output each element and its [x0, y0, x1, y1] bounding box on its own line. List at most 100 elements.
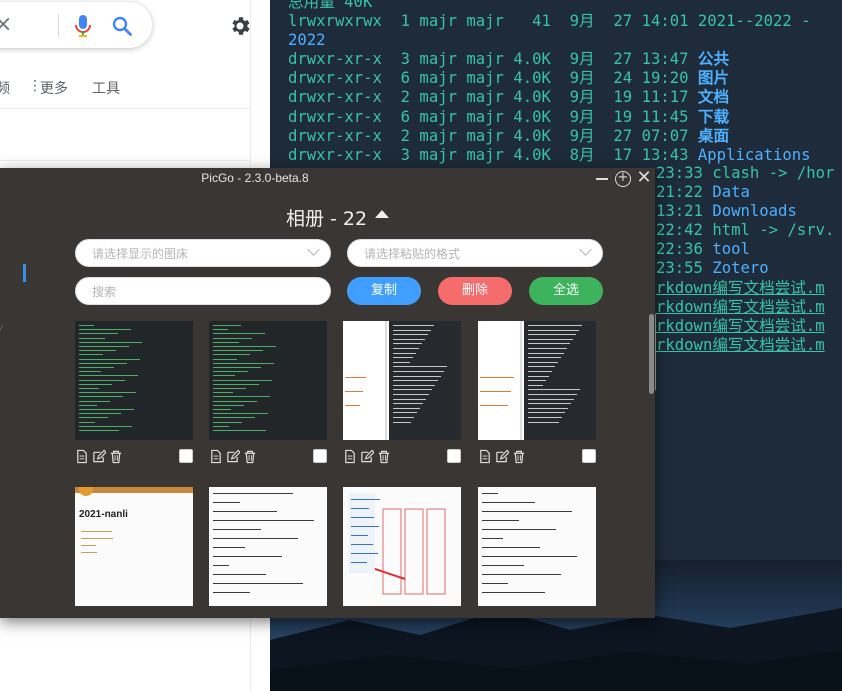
select-all-button[interactable]: 全选	[529, 277, 603, 305]
thumb-content-line	[213, 337, 252, 339]
gallery-scrollbar[interactable]	[649, 314, 654, 394]
thumb-content-line	[213, 333, 265, 335]
edit-icon[interactable]	[495, 449, 509, 464]
sidebar-active-indicator[interactable]	[23, 264, 26, 282]
terminal-entry-name: 桌面	[697, 126, 730, 145]
thumb-content-line	[79, 371, 101, 373]
tab-more[interactable]: 更多	[40, 78, 68, 98]
gallery-thumbnail[interactable]	[209, 321, 327, 440]
thumb-content-line	[480, 391, 511, 392]
close-icon[interactable]: ✕	[636, 168, 652, 188]
chevron-down-icon	[579, 243, 592, 256]
select-checkbox[interactable]	[179, 449, 193, 463]
thumb-content-line	[528, 417, 562, 418]
gallery-thumbnail[interactable]	[343, 321, 461, 440]
thumb-content-line	[213, 574, 266, 575]
terminal-line-meta: drwxr-xr-x 6 majr majr 4.0K 9月 24 19:20	[288, 69, 698, 88]
edit-icon[interactable]	[92, 449, 106, 464]
trash-icon[interactable]	[243, 449, 257, 464]
thumb-diagram	[349, 493, 446, 595]
terminal-line: rkdown编写文档尝试.m	[656, 279, 834, 298]
terminal-line: rkdown编写文档尝试.m	[656, 336, 834, 355]
thumb-content-line	[393, 348, 419, 349]
copy-button[interactable]: 复制	[347, 277, 421, 305]
sidebar-collapse-icon[interactable]: ⁄	[0, 324, 8, 335]
terminal-entry-name: rkdown编写文档尝试.m	[656, 278, 825, 297]
pin-icon[interactable]: +	[615, 171, 631, 187]
terminal-line: drwxr-xr-x 3 majr majr 4.0K 9月 27 13:47 …	[288, 50, 811, 69]
thumb-content-line	[213, 520, 314, 521]
tab-tools[interactable]: 工具	[92, 78, 120, 98]
results-divider	[0, 160, 250, 161]
thumb-content-line	[213, 371, 248, 373]
thumb-content-line	[351, 526, 379, 527]
thumb-diagram-shape	[426, 508, 446, 595]
clear-search-icon[interactable]: ×	[0, 14, 12, 36]
search-input[interactable]: 搜索	[75, 277, 331, 305]
trash-icon[interactable]	[377, 449, 391, 464]
thumb-content-line	[79, 388, 99, 389]
delete-button[interactable]: 删除	[438, 277, 512, 305]
thumb-content-line	[79, 333, 118, 335]
thumb-content-line	[393, 366, 447, 368]
thumb-content-line	[528, 398, 574, 400]
thumb-content-line	[351, 553, 378, 554]
terminal-entry-name: 公共	[697, 50, 730, 69]
picgo-window: PicGo - 2.3.0-beta.8 + ✕ ⁄ 相册 - 22 请选择显示…	[0, 168, 655, 618]
select-checkbox[interactable]	[313, 449, 327, 463]
edit-icon[interactable]	[360, 449, 374, 464]
thumb-content-line	[79, 383, 112, 385]
file-icon[interactable]	[343, 449, 357, 464]
terminal-line: drwxr-xr-x 6 majr majr 4.0K 9月 19 11:45 …	[288, 108, 811, 127]
thumb-content-line	[213, 511, 277, 512]
tab-videos[interactable]: 频	[0, 78, 10, 98]
thumb-content-line	[213, 379, 272, 381]
file-icon[interactable]	[478, 449, 492, 464]
thumb-content-line	[79, 413, 121, 415]
select-checkbox[interactable]	[582, 449, 596, 463]
header-divider	[0, 108, 250, 109]
gallery-thumbnail[interactable]	[478, 321, 596, 440]
gallery-thumbnail[interactable]	[343, 487, 461, 606]
terminal-line: 21:22 Data	[656, 183, 834, 202]
thumb-content-line	[213, 529, 261, 530]
image-bed-select[interactable]: 请选择显示的图床	[75, 239, 331, 267]
file-icon[interactable]	[75, 449, 89, 464]
caret-up-icon[interactable]	[375, 210, 389, 218]
thumbnail-toolbar	[209, 449, 327, 465]
search-icon[interactable]	[112, 16, 132, 36]
thumb-content-line	[213, 583, 303, 584]
picgo-titlebar[interactable]: PicGo - 2.3.0-beta.8 + ✕	[0, 168, 655, 190]
gear-icon[interactable]	[228, 14, 252, 38]
gallery-thumbnail[interactable]	[478, 487, 596, 606]
thumb-content-line	[351, 544, 373, 545]
file-icon[interactable]	[209, 449, 223, 464]
thumb-content-line	[213, 383, 259, 385]
thumbnail-toolbar	[343, 449, 461, 465]
thumbnail-toolbar	[478, 449, 596, 465]
thumb-content-line	[528, 325, 582, 326]
thumb-content-line	[393, 398, 426, 400]
thumb-content-line	[79, 367, 114, 368]
trash-icon[interactable]	[512, 449, 526, 464]
thumb-content-line	[79, 337, 105, 339]
terminal-line-meta: drwxr-xr-x 3 majr majr 4.0K 8月 17 13:43	[288, 145, 698, 164]
paste-format-select[interactable]: 请选择粘贴的格式	[347, 239, 603, 267]
thumb-content-line	[213, 592, 250, 593]
gallery-thumbnail[interactable]	[75, 321, 193, 440]
thumb-content-line	[480, 377, 514, 378]
microphone-icon[interactable]	[74, 14, 92, 38]
select-checkbox[interactable]	[447, 449, 461, 463]
terminal-line-time: 21:22	[656, 183, 713, 202]
terminal-line: 23:55 Zotero	[656, 259, 834, 278]
trash-icon[interactable]	[109, 449, 123, 464]
edit-icon[interactable]	[226, 449, 240, 464]
google-search-box[interactable]: ×	[0, 2, 152, 48]
thumb-content-line	[213, 341, 239, 343]
gallery-thumbnail[interactable]: 2021-nanli	[75, 487, 193, 606]
thumb-content-line	[213, 538, 298, 539]
thumb-content-line	[393, 352, 416, 354]
gallery-thumbnail[interactable]	[209, 487, 327, 606]
minimize-icon[interactable]	[596, 178, 608, 180]
thumb-content-line	[528, 371, 552, 372]
